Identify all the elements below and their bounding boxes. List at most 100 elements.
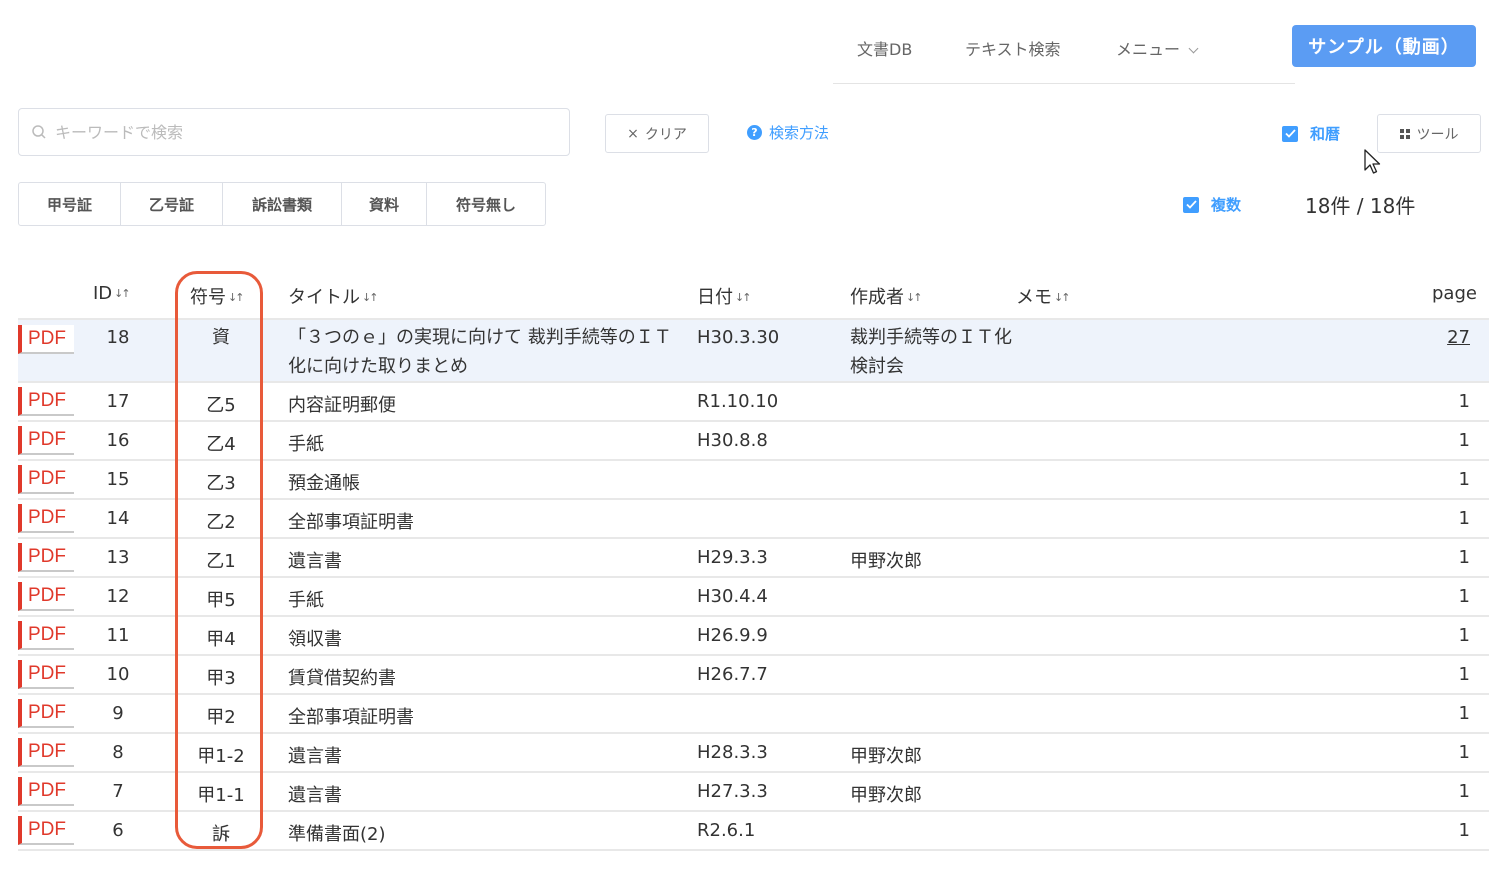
- table-row[interactable]: PDF 15 乙3 預金通帳 1: [18, 461, 1489, 500]
- question-icon: ?: [747, 125, 762, 140]
- header-date[interactable]: 日付 ↓↑: [697, 283, 752, 309]
- table-row[interactable]: PDF 7 甲1-1 遺言書 H27.3.3 甲野次郎 1: [18, 773, 1489, 812]
- cell-title: 賃貸借契約書: [288, 668, 396, 689]
- nav-text-search[interactable]: テキスト検索: [965, 36, 1061, 60]
- cell-id: 15: [106, 469, 130, 490]
- clear-button[interactable]: × クリア: [605, 114, 709, 153]
- table-row[interactable]: PDF 13 乙1 遺言書 H29.3.3 甲野次郎 1: [18, 539, 1489, 578]
- top-nav: 文書DB テキスト検索 メニュー: [833, 22, 1295, 84]
- cell-sign: 乙1: [206, 551, 236, 572]
- cell-title: 手紙: [288, 434, 324, 455]
- cell-title: 「３つのｅ」の実現に向けて 裁判手続等のＩＴ化に向けた取りまとめ: [288, 327, 672, 377]
- cell-date: H26.9.9: [697, 625, 768, 646]
- sort-icon: ↓↑: [362, 291, 379, 304]
- tool-button[interactable]: ツール: [1377, 114, 1481, 153]
- table-row[interactable]: PDF 17 乙5 内容証明郵便 R1.10.10 1: [18, 383, 1489, 422]
- sample-video-button[interactable]: サンプル（動画）: [1292, 25, 1476, 67]
- cell-sign: 甲4: [206, 629, 236, 650]
- sort-icon: ↓↑: [228, 291, 245, 304]
- cell-id: 14: [106, 508, 130, 529]
- pdf-button[interactable]: PDF: [18, 738, 74, 767]
- filter-tab-litigation[interactable]: 訴訟書類: [223, 183, 342, 225]
- pdf-button[interactable]: PDF: [18, 543, 74, 572]
- table-header: ID ↓↑ 符号 ↓↑ タイトル ↓↑ 日付 ↓↑ 作成者 ↓↑ メモ ↓↑ page: [18, 270, 1489, 320]
- cell-title: 手紙: [288, 590, 324, 611]
- filter-tab-kou[interactable]: 甲号証: [19, 183, 121, 225]
- cell-sign: 甲1-2: [197, 746, 245, 767]
- cell-sign: 乙2: [206, 512, 236, 533]
- pdf-button[interactable]: PDF: [18, 325, 74, 354]
- close-icon: ×: [627, 125, 639, 142]
- search-help-link[interactable]: ? 検索方法: [747, 122, 829, 143]
- nav-docdb[interactable]: 文書DB: [857, 36, 912, 60]
- table-row[interactable]: PDF 18 資 「３つのｅ」の実現に向けて 裁判手続等のＩＴ化に向けた取りまとめ H3…: [18, 320, 1489, 383]
- table-row[interactable]: PDF 16 乙4 手紙 H30.8.8 1: [18, 422, 1489, 461]
- multi-select-checkbox[interactable]: 複数: [1183, 194, 1241, 215]
- cell-title: 遺言書: [288, 785, 342, 806]
- pdf-button[interactable]: PDF: [18, 426, 74, 455]
- result-count: 18件 / 18件: [1305, 194, 1416, 218]
- grid-icon: [1399, 128, 1410, 139]
- pdf-button[interactable]: PDF: [18, 465, 74, 494]
- cell-page: 1: [1458, 391, 1470, 412]
- table-row[interactable]: PDF 14 乙2 全部事項証明書 1: [18, 500, 1489, 539]
- cell-date: H30.8.8: [697, 430, 768, 451]
- table-row[interactable]: PDF 8 甲1-2 遺言書 H28.3.3 甲野次郎 1: [18, 734, 1489, 773]
- header-author[interactable]: 作成者 ↓↑: [850, 283, 923, 309]
- cell-sign: 乙5: [206, 395, 236, 416]
- tool-label: ツール: [1416, 126, 1459, 143]
- search-help-label: 検索方法: [769, 124, 830, 142]
- multi-label: 複数: [1211, 196, 1242, 214]
- sign-filter-tabs: 甲号証 乙号証 訴訟書類 資料 符号無し: [18, 182, 546, 226]
- cell-title: 預金通帳: [288, 473, 360, 494]
- header-id[interactable]: ID ↓↑: [93, 283, 131, 304]
- header-memo[interactable]: メモ ↓↑: [1016, 283, 1071, 309]
- pdf-button[interactable]: PDF: [18, 816, 74, 845]
- cell-date: H30.3.30: [697, 327, 780, 348]
- search-input[interactable]: [55, 122, 535, 142]
- pdf-button[interactable]: PDF: [18, 387, 74, 416]
- header-sign[interactable]: 符号 ↓↑: [190, 283, 245, 309]
- header-title[interactable]: タイトル ↓↑: [288, 283, 379, 309]
- wareki-checkbox[interactable]: 和暦: [1282, 123, 1340, 144]
- header-page: page: [1432, 283, 1477, 304]
- nav-menu-label: メニュー: [1116, 40, 1181, 59]
- search-box[interactable]: [18, 108, 570, 156]
- cell-page: 1: [1458, 430, 1470, 451]
- cell-id: 13: [106, 547, 130, 568]
- filter-tab-otsu[interactable]: 乙号証: [121, 183, 223, 225]
- table-row[interactable]: PDF 12 甲5 手紙 H30.4.4 1: [18, 578, 1489, 617]
- filter-tab-materials[interactable]: 資料: [342, 183, 427, 225]
- nav-menu[interactable]: メニュー: [1116, 36, 1199, 60]
- table-row[interactable]: PDF 11 甲4 領収書 H26.9.9 1: [18, 617, 1489, 656]
- cell-sign: 訴: [212, 824, 230, 845]
- cell-date: R2.6.1: [697, 820, 756, 841]
- cell-page: 1: [1458, 508, 1470, 529]
- cell-page[interactable]: 27: [1418, 323, 1470, 352]
- table-row[interactable]: PDF 9 甲2 全部事項証明書 1: [18, 695, 1489, 734]
- pdf-button[interactable]: PDF: [18, 504, 74, 533]
- filter-tab-no-sign[interactable]: 符号無し: [427, 183, 545, 225]
- cell-id: 17: [106, 391, 130, 412]
- cell-date: H30.4.4: [697, 586, 768, 607]
- cell-author: 甲野次郎: [850, 746, 922, 767]
- sort-icon: ↓↑: [906, 291, 923, 304]
- cell-id: 12: [106, 586, 130, 607]
- cell-sign: 甲5: [206, 590, 236, 611]
- cell-author: 甲野次郎: [850, 785, 922, 806]
- cell-page: 1: [1458, 703, 1470, 724]
- pdf-button[interactable]: PDF: [18, 660, 74, 689]
- pdf-button[interactable]: PDF: [18, 582, 74, 611]
- pdf-button[interactable]: PDF: [18, 699, 74, 728]
- cell-page: 1: [1458, 625, 1470, 646]
- clear-label: クリア: [644, 126, 687, 143]
- cell-id: 8: [112, 742, 124, 763]
- table-row[interactable]: PDF 6 訴 準備書面(2) R2.6.1 1: [18, 812, 1489, 851]
- cell-date: H29.3.3: [697, 547, 768, 568]
- pdf-button[interactable]: PDF: [18, 621, 74, 650]
- cell-id: 10: [106, 664, 130, 685]
- cell-page: 1: [1458, 820, 1470, 841]
- cell-sign: 乙3: [206, 473, 236, 494]
- pdf-button[interactable]: PDF: [18, 777, 74, 806]
- table-row[interactable]: PDF 10 甲3 賃貸借契約書 H26.7.7 1: [18, 656, 1489, 695]
